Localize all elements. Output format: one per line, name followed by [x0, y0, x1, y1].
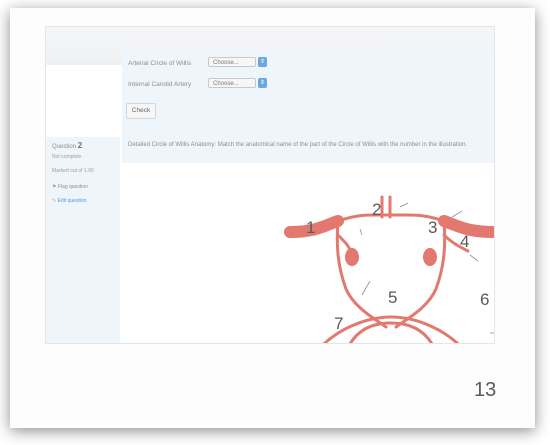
chevron-updown-icon[interactable]: ⇕ [258, 78, 267, 88]
label-5: 5 [388, 288, 397, 307]
question-title-prefix: Question [52, 144, 77, 150]
flag-question-label: Flag question [57, 184, 88, 190]
previous-question-form: Arterial Circle of Willis Choose... ⇕ In… [122, 49, 494, 145]
artery-6-cap [423, 248, 437, 266]
row-label: Arterial Circle of Willis [128, 60, 192, 67]
edit-question-label: Edit question [57, 198, 87, 204]
question-marks: Marked out of 1.00 [52, 168, 94, 174]
question-info-panel: Question 2 Not complete Marked out of 1.… [46, 137, 120, 343]
pencil-icon: ✎ [52, 198, 57, 204]
edit-question-link[interactable]: ✎ Edit question [52, 198, 87, 204]
answer-select[interactable]: Choose... ⇕ [208, 57, 267, 67]
label-2: 2 [372, 200, 381, 219]
label-7: 7 [334, 314, 343, 333]
leader-3 [399, 202, 409, 208]
leader-6 [469, 254, 479, 262]
artery-8-arc [348, 321, 434, 343]
check-button[interactable]: Check [126, 103, 156, 119]
label-3: 3 [428, 218, 437, 237]
answer-select[interactable]: Choose... ⇕ [208, 78, 267, 88]
artery-network [284, 195, 494, 343]
circle-of-willis-diagram: 1 2 3 4 5 6 7 8 [284, 195, 494, 343]
question-number: 2 [77, 141, 83, 150]
label-4: 4 [460, 232, 469, 251]
label-1: 1 [306, 218, 315, 237]
artery-fills [345, 248, 437, 266]
chevron-updown-icon[interactable]: ⇕ [258, 57, 267, 67]
form-row-circle-of-willis: Arterial Circle of Willis Choose... ⇕ [128, 57, 267, 67]
question-status: Not complete [52, 154, 82, 160]
quiz-screenshot: Arterial Circle of Willis Choose... ⇕ In… [45, 26, 495, 344]
form-row-internal-carotid: Internal Carotid Artery Choose... ⇕ [128, 78, 267, 88]
artery-5-cap [345, 248, 359, 266]
leader-lines [359, 202, 494, 334]
select-value: Choose... [213, 60, 239, 66]
flag-question-link[interactable]: ⚑ Flag question [52, 184, 88, 190]
leader-4 [451, 210, 463, 218]
artery-4-side [438, 215, 494, 238]
leader-5 [359, 228, 363, 236]
row-label: Internal Carotid Artery [128, 81, 192, 88]
question-title: Question 2 [52, 141, 82, 150]
label-6: 6 [480, 290, 489, 309]
flag-icon: ⚑ [52, 184, 57, 190]
artery-7 [335, 219, 388, 329]
page-number: 13 [474, 379, 497, 401]
select-value: Choose... [213, 81, 239, 87]
question-text: Detailed Circle of Willis Anatomy: Match… [122, 137, 494, 163]
leader-7 [361, 280, 371, 296]
